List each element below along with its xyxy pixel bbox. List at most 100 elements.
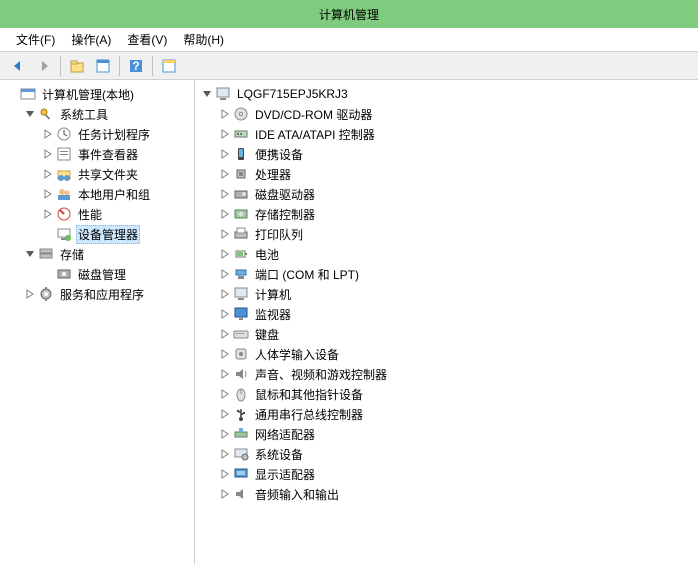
right-tree-item[interactable]: 存储控制器 xyxy=(195,204,698,224)
expander-icon[interactable] xyxy=(219,488,231,500)
left-tree-item[interactable]: 磁盘管理 xyxy=(0,264,194,284)
right-tree-item[interactable]: 网络适配器 xyxy=(195,424,698,444)
expander-icon[interactable] xyxy=(219,188,231,200)
right-tree-item[interactable]: 系统设备 xyxy=(195,444,698,464)
up-button[interactable] xyxy=(65,55,89,77)
right-tree-item[interactable]: LQGF715EPJ5KRJ3 xyxy=(195,84,698,104)
left-tree-item[interactable]: 事件查看器 xyxy=(0,144,194,164)
right-tree-item[interactable]: 打印队列 xyxy=(195,224,698,244)
expander-icon[interactable] xyxy=(219,468,231,480)
perf-icon xyxy=(56,206,72,222)
tree-item-label: 计算机 xyxy=(253,285,293,304)
menu-file[interactable]: 文件(F) xyxy=(10,29,61,50)
keyboard-icon xyxy=(233,326,249,342)
expander-icon[interactable] xyxy=(24,108,36,120)
computer2-icon xyxy=(233,286,249,302)
expander-icon[interactable] xyxy=(219,428,231,440)
usb-icon xyxy=(233,406,249,422)
tree-item-label: 监视器 xyxy=(253,305,293,324)
right-tree-item[interactable]: 便携设备 xyxy=(195,144,698,164)
right-tree-item[interactable]: 计算机 xyxy=(195,284,698,304)
menu-help[interactable]: 帮助(H) xyxy=(177,29,230,50)
right-tree-item[interactable]: 显示适配器 xyxy=(195,464,698,484)
expander-icon[interactable] xyxy=(219,448,231,460)
devmgr-icon xyxy=(56,226,72,242)
left-tree-item[interactable]: 设备管理器 xyxy=(0,224,194,244)
expander-icon[interactable] xyxy=(219,348,231,360)
expander-icon[interactable] xyxy=(219,168,231,180)
help-button[interactable]: ? xyxy=(124,55,148,77)
computer-icon xyxy=(215,86,231,102)
expander-icon[interactable] xyxy=(219,128,231,140)
back-button[interactable] xyxy=(6,55,30,77)
right-tree-item[interactable]: 人体学输入设备 xyxy=(195,344,698,364)
right-tree-item[interactable]: 电池 xyxy=(195,244,698,264)
services-icon xyxy=(38,286,54,302)
toolbar-separator xyxy=(152,56,153,76)
expander-icon[interactable] xyxy=(42,208,54,220)
left-tree-item[interactable]: 共享文件夹 xyxy=(0,164,194,184)
expander-icon[interactable] xyxy=(42,148,54,160)
toolbar: ? xyxy=(0,52,698,80)
expander-icon[interactable] xyxy=(42,168,54,180)
expander-icon[interactable] xyxy=(24,288,36,300)
tree-item-label: 存储控制器 xyxy=(253,205,317,224)
right-tree-item[interactable]: 端口 (COM 和 LPT) xyxy=(195,264,698,284)
left-tree-item[interactable]: 存储 xyxy=(0,244,194,264)
left-tree-item[interactable]: 计算机管理(本地) xyxy=(0,84,194,104)
menu-action[interactable]: 操作(A) xyxy=(65,29,117,50)
tree-item-label: 通用串行总线控制器 xyxy=(253,405,365,424)
expander-icon[interactable] xyxy=(219,148,231,160)
expander-icon[interactable] xyxy=(219,388,231,400)
right-tree-item[interactable]: 监视器 xyxy=(195,304,698,324)
tree-item-label: 声音、视频和游戏控制器 xyxy=(253,365,389,384)
right-tree-item[interactable]: DVD/CD-ROM 驱动器 xyxy=(195,104,698,124)
tree-item-label: 计算机管理(本地) xyxy=(40,85,136,104)
expander-icon xyxy=(42,268,54,280)
expander-icon[interactable] xyxy=(219,108,231,120)
expander-icon[interactable] xyxy=(42,188,54,200)
storage-icon xyxy=(38,246,54,262)
ide-icon xyxy=(233,126,249,142)
properties-button[interactable] xyxy=(91,55,115,77)
right-tree-item[interactable]: 磁盘驱动器 xyxy=(195,184,698,204)
tree-item-label: 任务计划程序 xyxy=(76,125,152,144)
expander-icon[interactable] xyxy=(219,408,231,420)
users-icon xyxy=(56,186,72,202)
menu-view[interactable]: 查看(V) xyxy=(121,29,173,50)
expander-icon[interactable] xyxy=(219,208,231,220)
left-tree-item[interactable]: 系统工具 xyxy=(0,104,194,124)
root-icon xyxy=(20,86,36,102)
expander-icon[interactable] xyxy=(219,248,231,260)
toolbar-separator xyxy=(119,56,120,76)
right-tree-item[interactable]: 鼠标和其他指针设备 xyxy=(195,384,698,404)
tree-item-label: 网络适配器 xyxy=(253,425,317,444)
right-tree-item[interactable]: 键盘 xyxy=(195,324,698,344)
right-tree-item[interactable]: 处理器 xyxy=(195,164,698,184)
expander-icon[interactable] xyxy=(201,88,213,100)
expander-icon[interactable] xyxy=(24,248,36,260)
tools-icon xyxy=(38,106,54,122)
right-tree-item[interactable]: 声音、视频和游戏控制器 xyxy=(195,364,698,384)
left-tree-item[interactable]: 本地用户和组 xyxy=(0,184,194,204)
expander-icon[interactable] xyxy=(219,328,231,340)
expander-icon[interactable] xyxy=(219,288,231,300)
left-tree-item[interactable]: 任务计划程序 xyxy=(0,124,194,144)
monitor-icon xyxy=(233,306,249,322)
right-tree-item[interactable]: 音频输入和输出 xyxy=(195,484,698,504)
forward-button[interactable] xyxy=(32,55,56,77)
expander-icon[interactable] xyxy=(219,368,231,380)
battery-icon xyxy=(233,246,249,262)
refresh-button[interactable] xyxy=(157,55,181,77)
storagectl-icon xyxy=(233,206,249,222)
expander-icon[interactable] xyxy=(219,268,231,280)
right-tree-item[interactable]: IDE ATA/ATAPI 控制器 xyxy=(195,124,698,144)
tree-item-label: 鼠标和其他指针设备 xyxy=(253,385,365,404)
left-tree-item[interactable]: 性能 xyxy=(0,204,194,224)
right-tree-item[interactable]: 通用串行总线控制器 xyxy=(195,404,698,424)
expander-icon[interactable] xyxy=(219,228,231,240)
left-tree-item[interactable]: 服务和应用程序 xyxy=(0,284,194,304)
tree-item-label: 电池 xyxy=(253,245,281,264)
expander-icon[interactable] xyxy=(219,308,231,320)
expander-icon[interactable] xyxy=(42,128,54,140)
